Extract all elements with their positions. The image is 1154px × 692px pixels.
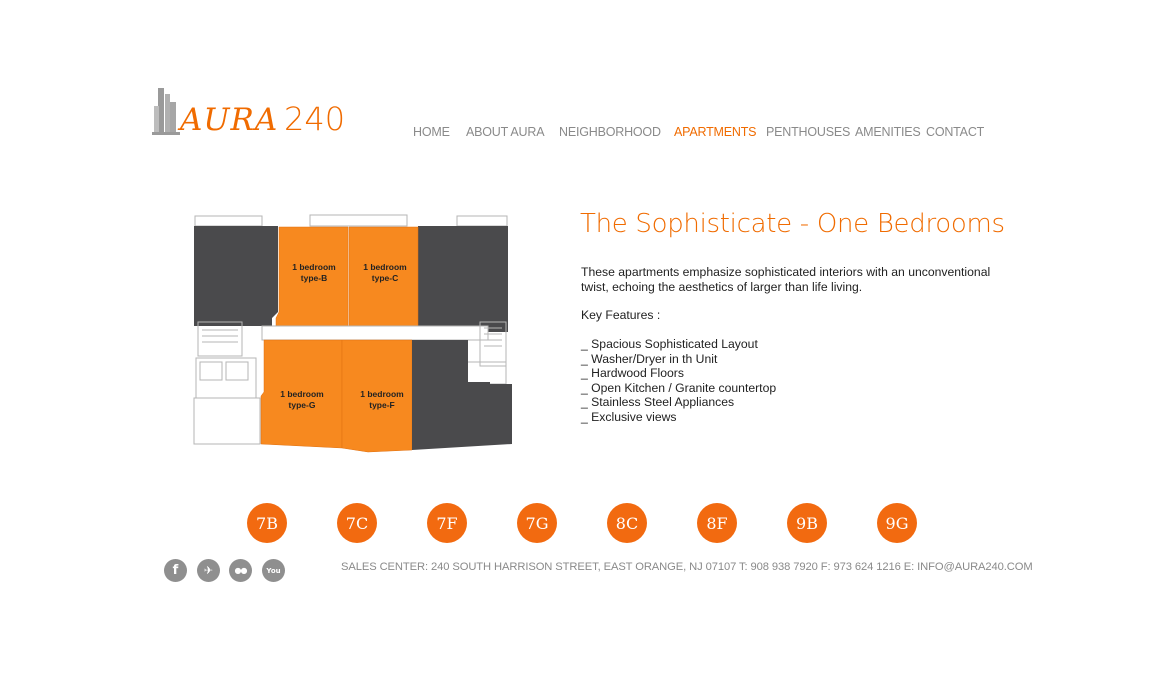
youtube-glyph: You bbox=[266, 566, 281, 575]
nav-amenities[interactable]: AMENITIES bbox=[855, 125, 921, 139]
facebook-icon[interactable]: f bbox=[164, 559, 187, 582]
logo[interactable]: AURA 240 bbox=[152, 84, 352, 146]
feature-item: _ Spacious Sophisticated Layout bbox=[581, 337, 758, 351]
unit-g-label-line2: type-G bbox=[289, 400, 316, 410]
unit-b-label-line1: 1 bedroom bbox=[292, 262, 336, 272]
nav-apartments[interactable]: APARTMENTS bbox=[674, 125, 756, 139]
unit-c-label-line2: type-C bbox=[372, 273, 398, 283]
unit-selector: 7B 7C 7F 7G 8C 8F 9B 9G bbox=[247, 503, 927, 543]
logo-number: 240 bbox=[284, 100, 346, 138]
nav-home[interactable]: HOME bbox=[413, 125, 450, 139]
features-title: Key Features : bbox=[581, 308, 661, 322]
unit-button-7f[interactable]: 7F bbox=[427, 503, 467, 543]
nav-about-aura[interactable]: ABOUT AURA bbox=[466, 125, 545, 139]
bird-glyph: ✈ bbox=[203, 564, 214, 577]
bird-icon[interactable]: ✈ bbox=[197, 559, 220, 582]
unit-button-8f[interactable]: 8F bbox=[697, 503, 737, 543]
unit-button-9g[interactable]: 9G bbox=[877, 503, 917, 543]
feature-item: _ Hardwood Floors bbox=[581, 366, 684, 381]
unit-button-9b[interactable]: 9B bbox=[787, 503, 827, 543]
description: These apartments emphasize sophisticated… bbox=[581, 265, 1001, 294]
flickr-icon[interactable]: ●● bbox=[229, 559, 252, 582]
feature-item: _ Exclusive views bbox=[581, 409, 677, 424]
building-icon bbox=[152, 88, 180, 135]
unit-button-8c[interactable]: 8C bbox=[607, 503, 647, 543]
unit-g-label-line1: 1 bedroom bbox=[280, 389, 324, 399]
unit-f-label-line1: 1 bedroom bbox=[360, 389, 404, 399]
unit-button-7g[interactable]: 7G bbox=[517, 503, 557, 543]
nav-neighborhood[interactable]: NEIGHBORHOOD bbox=[559, 125, 661, 139]
page-title: The Sophisticate - One Bedrooms bbox=[580, 209, 1005, 239]
common-area-left bbox=[194, 226, 278, 326]
feature-item: _ Open Kitchen / Granite countertop bbox=[581, 380, 777, 395]
facebook-glyph: f bbox=[172, 563, 179, 578]
social-links: f ✈ ●● You bbox=[164, 559, 294, 583]
common-area-bottom bbox=[402, 340, 512, 450]
flickr-glyph: ●● bbox=[234, 566, 248, 575]
logo-word: AURA bbox=[180, 102, 279, 138]
nav-contact[interactable]: CONTACT bbox=[926, 125, 984, 139]
nav-penthouses[interactable]: PENTHOUSES bbox=[766, 125, 850, 139]
unit-f-label-line2: type-F bbox=[369, 400, 395, 410]
unit-b-label-line2: type-B bbox=[301, 273, 327, 283]
feature-item: _ Stainless Steel Appliances bbox=[581, 395, 735, 410]
youtube-icon[interactable]: You bbox=[262, 559, 285, 582]
features-list: _ Spacious Sophisticated Layout _ Washer… bbox=[581, 337, 776, 425]
common-area-right bbox=[418, 226, 508, 332]
feature-item: _ Washer/Dryer in th Unit bbox=[581, 351, 718, 366]
description-text: These apartments emphasize sophisticated… bbox=[581, 265, 991, 294]
unit-c-label-line1: 1 bedroom bbox=[363, 262, 407, 272]
footer-contact: SALES CENTER: 240 SOUTH HARRISON STREET,… bbox=[341, 561, 1033, 573]
unit-button-7b[interactable]: 7B bbox=[247, 503, 287, 543]
unit-button-7c[interactable]: 7C bbox=[337, 503, 377, 543]
floor-plan: 1 bedroom type-B 1 bedroom type-C 1 bedr… bbox=[193, 214, 512, 453]
